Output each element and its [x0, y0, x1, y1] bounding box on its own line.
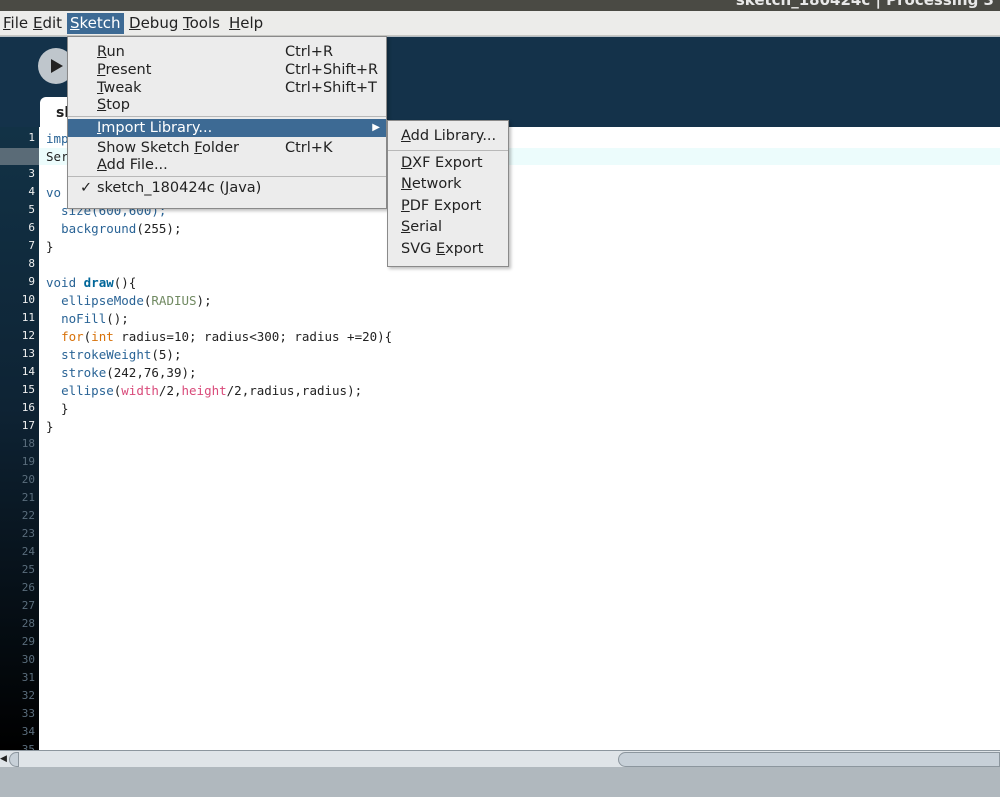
menu-tools[interactable]: Tools	[180, 13, 223, 34]
menu-item-add-file[interactable]: Add File...	[68, 156, 386, 174]
line-number: 22	[21, 509, 35, 522]
line-number: 30	[21, 653, 35, 666]
play-icon	[51, 59, 63, 73]
menu-file[interactable]: File	[0, 13, 31, 34]
line-number: 17	[21, 419, 35, 432]
line-number: 14	[21, 365, 35, 378]
line-number: 27	[21, 599, 35, 612]
line-number: 35	[21, 743, 35, 750]
line-number: 28	[21, 617, 35, 630]
code-line-14: stroke(242,76,39);	[61, 365, 197, 380]
import-library-submenu: Add Library... DXF Export Network PDF Ex…	[387, 120, 509, 267]
window-title: sketch_180424c | Processing 3	[735, 0, 994, 9]
menu-bar: File Edit Sketch Debug Tools Help	[0, 11, 1000, 36]
menu-sketch[interactable]: Sketch	[67, 13, 124, 34]
line-number: 5	[28, 203, 35, 216]
menu-separator	[68, 176, 386, 177]
menu-item-stop[interactable]: Stop	[68, 96, 386, 114]
code-line-2: Ser	[46, 149, 69, 164]
menu-item-serial[interactable]: Serial	[388, 218, 508, 236]
line-number: 29	[21, 635, 35, 648]
line-number: 6	[28, 221, 35, 234]
line-number: 16	[21, 401, 35, 414]
line-number: 4	[28, 185, 35, 198]
menu-help[interactable]: Help	[226, 13, 266, 34]
menu-item-run[interactable]: Run Ctrl+R	[68, 43, 386, 61]
code-line-11: noFill();	[61, 311, 129, 326]
scrollbar-left-cap	[9, 752, 19, 767]
menu-separator	[388, 150, 508, 151]
menu-item-pdf-export[interactable]: PDF Export	[388, 197, 508, 215]
menu-separator	[68, 116, 386, 117]
code-line-7: }	[46, 239, 54, 254]
check-icon: ✓	[80, 180, 93, 196]
line-number: 32	[21, 689, 35, 702]
line-number: 24	[21, 545, 35, 558]
line-number: 26	[21, 581, 35, 594]
menu-item-add-library[interactable]: Add Library...	[388, 127, 508, 145]
line-number: 20	[21, 473, 35, 486]
code-line-17: }	[46, 419, 54, 434]
scroll-left-icon[interactable]: ◀	[0, 752, 9, 766]
line-number: 12	[21, 329, 35, 342]
line-number: 9	[28, 275, 35, 288]
sketch-menu: Run Ctrl+R Present Ctrl+Shift+R Tweak Ctrl+…	[67, 36, 387, 209]
current-line-number-highlight	[0, 148, 39, 165]
line-number: 34	[21, 725, 35, 738]
code-editor[interactable]: imp Ser vo size(600,600); background(255…	[39, 127, 1000, 750]
line-number: 21	[21, 491, 35, 504]
line-number: 8	[28, 257, 35, 270]
menu-item-current-sketch[interactable]: ✓ sketch_180424c (Java)	[68, 179, 386, 197]
menu-edit[interactable]: Edit	[30, 13, 65, 34]
line-number: 31	[21, 671, 35, 684]
code-line-1: imp	[46, 131, 69, 146]
line-number: 3	[28, 167, 35, 180]
line-number: 11	[21, 311, 35, 324]
line-number: 19	[21, 455, 35, 468]
line-number: 13	[21, 347, 35, 360]
code-line-16: }	[46, 401, 69, 416]
menu-item-present[interactable]: Present Ctrl+Shift+R	[68, 61, 386, 79]
line-number-gutter: 1234567891011121314151617181920212223242…	[0, 127, 39, 750]
scrollbar-thumb[interactable]	[618, 752, 1000, 767]
submenu-arrow-icon: ▶	[372, 122, 380, 133]
code-line-10: ellipseMode(RADIUS);	[61, 293, 212, 308]
code-line-12: for(int radius=10; radius<300; radius +=…	[61, 329, 393, 344]
code-line-13: strokeWeight(5);	[61, 347, 182, 362]
menu-item-network[interactable]: Network	[388, 175, 508, 193]
menu-item-dxf-export[interactable]: DXF Export	[388, 154, 508, 172]
code-line-4: vo	[46, 185, 62, 200]
line-number: 10	[21, 293, 35, 306]
code-line-15: ellipse(width/2,height/2,radius,radius);	[61, 383, 363, 398]
line-number: 15	[21, 383, 35, 396]
line-number: 18	[21, 437, 35, 450]
menu-item-show-sketch-folder[interactable]: Show Sketch Folder Ctrl+K	[68, 139, 386, 157]
menu-item-import-library[interactable]: Import Library... ▶	[68, 119, 386, 137]
code-line-6: background(255);	[61, 221, 182, 236]
menu-item-svg-export[interactable]: SVG Export	[388, 240, 508, 258]
menu-debug[interactable]: Debug	[126, 13, 181, 34]
title-bar: sketch_180424c | Processing 3	[0, 0, 1000, 11]
line-number: 25	[21, 563, 35, 576]
code-line-9: void draw(){	[46, 275, 137, 290]
line-number: 7	[28, 239, 35, 252]
line-number: 1	[28, 131, 35, 144]
line-number: 33	[21, 707, 35, 720]
line-number: 23	[21, 527, 35, 540]
menu-item-tweak[interactable]: Tweak Ctrl+Shift+T	[68, 79, 386, 97]
